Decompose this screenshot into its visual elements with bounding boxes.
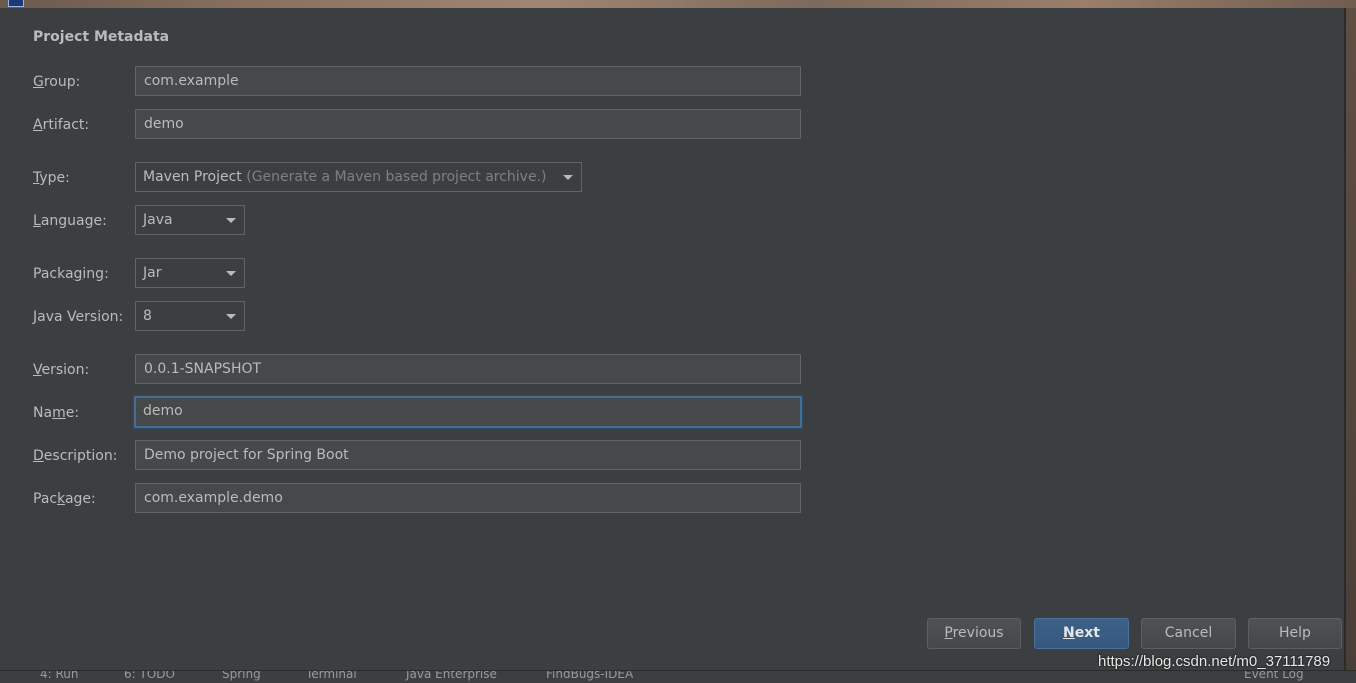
artifact-field[interactable]: demo [135, 109, 801, 139]
version-label-mnemonic: V [33, 362, 42, 378]
previous-button-mnemonic: P [944, 625, 953, 641]
type-label-text: ype: [39, 170, 70, 186]
language-label-text: anguage: [40, 213, 107, 229]
help-button[interactable]: Help [1248, 618, 1342, 649]
packaging-value: Jar [143, 265, 162, 281]
package-label-prefix: Pac [33, 491, 58, 507]
description-field[interactable]: Demo project for Spring Boot [135, 440, 801, 470]
packaging-label-prefix: Packa [33, 266, 74, 282]
version-field[interactable]: 0.0.1-SNAPSHOT [135, 354, 801, 384]
group-label-text: roup: [43, 74, 81, 90]
description-label-text: escription: [43, 448, 118, 464]
tool-window-findbugs[interactable]: FindBugs-IDEA [546, 671, 633, 681]
section-title: Project Metadata [33, 29, 170, 45]
package-label: Package: [33, 490, 96, 508]
name-label-text: e: [65, 405, 80, 421]
previous-button-label: revious [952, 625, 1004, 641]
version-label: Version: [33, 361, 89, 379]
window-edge [1346, 8, 1356, 670]
tool-window-terminal[interactable]: Terminal [306, 671, 357, 681]
description-label: Description: [33, 447, 117, 465]
tool-window-event-log[interactable]: Event Log [1244, 671, 1304, 681]
group-field[interactable]: com.example [135, 66, 801, 96]
next-button-mnemonic: N [1063, 625, 1075, 641]
packaging-label: Packaging: [33, 265, 109, 283]
artifact-label-mnemonic: A [33, 117, 43, 133]
java-version-label: Java Version: [33, 308, 123, 326]
name-label-prefix: Na [33, 405, 53, 421]
package-label-text: age: [64, 491, 96, 507]
name-label: Name: [33, 404, 79, 422]
tool-window-spring[interactable]: Spring [222, 671, 261, 681]
tool-window-bar: 4: Run 6: TODO Spring Terminal Java Ente… [0, 670, 1356, 683]
java-version-value: 8 [143, 308, 152, 324]
package-field[interactable]: com.example.demo [135, 483, 801, 513]
java-version-dropdown[interactable]: 8 [135, 301, 245, 331]
packaging-label-text: ing: [82, 266, 109, 282]
version-label-text: ersion: [41, 362, 90, 378]
type-dropdown[interactable]: Maven Project (Generate a Maven based pr… [135, 162, 582, 192]
new-project-dialog [0, 8, 1346, 670]
cancel-button[interactable]: Cancel [1141, 618, 1236, 649]
language-label: Language: [33, 212, 107, 230]
tool-window-todo[interactable]: 6: TODO [124, 671, 175, 681]
language-dropdown[interactable]: Java [135, 205, 245, 235]
desktop-background-strip [0, 0, 1356, 8]
watermark-url: https://blog.csdn.net/m0_37111789 [1098, 653, 1331, 670]
chevron-down-icon [226, 314, 236, 319]
group-label-mnemonic: G [33, 74, 44, 90]
type-hint: (Generate a Maven based project archive.… [246, 169, 547, 185]
previous-button[interactable]: Previous [927, 618, 1021, 649]
artifact-label: Artifact: [33, 116, 89, 134]
window-app-icon [8, 0, 24, 7]
name-label-mnemonic: m [52, 405, 66, 421]
java-version-label-text: ava Version: [37, 309, 124, 325]
artifact-label-text: rtifact: [42, 117, 90, 133]
chevron-down-icon [226, 271, 236, 276]
group-label: Group: [33, 73, 80, 91]
name-field[interactable]: demo [134, 396, 802, 428]
type-label: Type: [33, 169, 70, 187]
packaging-dropdown[interactable]: Jar [135, 258, 245, 288]
package-label-mnemonic: k [57, 491, 65, 507]
description-label-mnemonic: D [33, 448, 44, 464]
type-value: Maven Project [143, 169, 242, 185]
tool-window-java-enterprise[interactable]: Java Enterprise [406, 671, 497, 681]
chevron-down-icon [563, 175, 573, 180]
language-value: Java [143, 212, 173, 228]
next-button[interactable]: Next [1034, 618, 1129, 649]
language-label-mnemonic: L [33, 213, 41, 229]
next-button-label: ext [1074, 625, 1100, 641]
tool-window-run[interactable]: 4: Run [40, 671, 79, 681]
chevron-down-icon [226, 218, 236, 223]
